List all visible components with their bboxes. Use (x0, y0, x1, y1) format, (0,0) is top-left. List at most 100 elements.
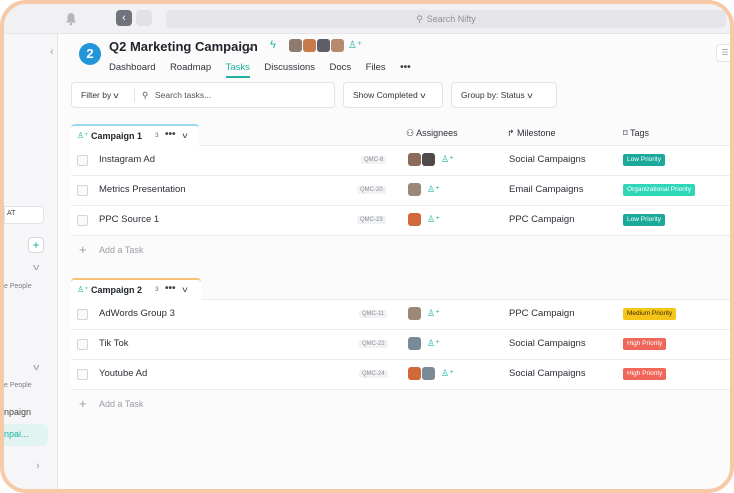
add-person-icon[interactable]: ♙⁺ (77, 131, 88, 140)
task-checkbox[interactable] (77, 215, 88, 226)
search-icon: ⚲ (416, 14, 423, 24)
avatar[interactable] (317, 39, 330, 52)
add-task-row[interactable]: + Add a Task (71, 236, 730, 266)
chevron-down-icon[interactable]: v (182, 131, 187, 140)
more-tabs-icon[interactable]: ••• (400, 62, 411, 73)
task-search-input[interactable]: Search tasks... (155, 83, 211, 107)
table-row[interactable]: Youtube Ad QMC-24 ♙⁺ Social Campaigns Hi… (71, 360, 730, 390)
add-assignee-icon[interactable]: ♙⁺ (441, 154, 454, 165)
tab-files[interactable]: Files (366, 62, 386, 76)
assignee-avatars[interactable] (408, 307, 422, 325)
group-tab[interactable]: ♙⁺ Campaign 2 3 ••• v (71, 278, 201, 300)
more-icon[interactable]: ••• (165, 283, 176, 294)
task-checkbox[interactable] (77, 185, 88, 196)
add-assignee-icon[interactable]: ♙⁺ (427, 338, 440, 349)
show-completed-dropdown[interactable]: Show Completed v (343, 82, 443, 108)
add-assignee-icon[interactable]: ♙⁺ (427, 184, 440, 195)
task-name[interactable]: Instagram Ad (99, 154, 155, 165)
milestone-value[interactable]: Social Campaigns (509, 368, 586, 379)
milestone-value[interactable]: PPC Campaign (509, 308, 574, 319)
sidebar-add-button[interactable]: + (28, 237, 44, 253)
task-name[interactable]: PPC Source 1 (99, 214, 159, 225)
tab-dashboard[interactable]: Dashboard (109, 62, 155, 76)
chevron-down-icon[interactable]: v (246, 41, 253, 53)
tab-tasks[interactable]: Tasks (225, 62, 250, 78)
avatar[interactable] (289, 39, 302, 52)
sidebar-people-label[interactable]: e People (4, 283, 32, 290)
group-by-dropdown[interactable]: Group by: Status v (451, 82, 557, 108)
assignee-avatars[interactable] (408, 367, 436, 385)
back-button[interactable]: ‹ (116, 10, 132, 26)
milestone-value[interactable]: PPC Campaign (509, 214, 574, 225)
avatar[interactable] (408, 367, 421, 380)
avatar[interactable] (408, 153, 421, 166)
task-checkbox[interactable] (77, 155, 88, 166)
task-name[interactable]: Metrics Presentation (99, 184, 186, 195)
avatar[interactable] (422, 367, 435, 380)
sidebar-people-label-2[interactable]: e People (4, 382, 32, 389)
task-checkbox[interactable] (77, 369, 88, 380)
priority-tag[interactable]: Low Priority (623, 214, 665, 226)
assignee-avatars[interactable] (408, 183, 422, 201)
avatar[interactable] (408, 337, 421, 350)
table-row[interactable]: AdWords Group 3 QMC-11 ♙⁺ PPC Campaign M… (71, 300, 730, 330)
assignee-avatars[interactable] (408, 213, 422, 231)
assignee-avatars[interactable] (408, 153, 436, 171)
milestone-value[interactable]: Social Campaigns (509, 338, 586, 349)
table-row[interactable]: PPC Source 1 QMC-23 ♙⁺ PPC Campaign Low … (71, 206, 730, 236)
chevron-down-icon: v (420, 91, 426, 100)
add-member-icon[interactable]: ♙⁺ (348, 40, 362, 51)
milestone-value[interactable]: Email Campaigns (509, 184, 583, 195)
project-title[interactable]: Q2 Marketing Campaign (109, 39, 258, 54)
task-checkbox[interactable] (77, 339, 88, 350)
avatar[interactable] (303, 39, 316, 52)
assignee-avatars[interactable] (408, 337, 422, 355)
avatar[interactable] (408, 183, 421, 196)
avatar[interactable] (408, 307, 421, 320)
chevron-down-icon[interactable]: v (182, 285, 187, 294)
group-name[interactable]: Campaign 2 (91, 285, 142, 295)
priority-tag[interactable]: High Priority (623, 338, 667, 350)
filter-by-dropdown[interactable]: Filter by v (81, 83, 119, 108)
menu-icon[interactable]: ☰ (716, 44, 730, 62)
tab-docs[interactable]: Docs (329, 62, 351, 76)
bell-icon[interactable] (64, 12, 78, 26)
tab-roadmap[interactable]: Roadmap (170, 62, 211, 76)
task-checkbox[interactable] (77, 309, 88, 320)
sidebar-chat-box[interactable]: AT (4, 206, 44, 224)
collapse-sidebar-icon[interactable]: ‹ (50, 46, 54, 58)
task-name[interactable]: Tik Tok (99, 338, 129, 349)
group-tab[interactable]: ♙⁺ Campaign 1 3 ••• v (71, 124, 199, 146)
chevron-right-icon[interactable]: › (36, 460, 40, 472)
lightning-icon[interactable]: ϟ (270, 39, 276, 51)
tags-label: Tags (629, 128, 649, 138)
group-name[interactable]: Campaign 1 (91, 131, 142, 141)
priority-tag[interactable]: Medium Priority (623, 308, 677, 320)
milestone-value[interactable]: Social Campaigns (509, 154, 586, 165)
table-row[interactable]: Tik Tok QMC-22 ♙⁺ Social Campaigns High … (71, 330, 730, 360)
add-person-icon[interactable]: ♙⁺ (77, 285, 88, 294)
chevron-down-icon[interactable]: v (33, 362, 39, 372)
table-row[interactable]: Instagram Ad QMC-8 ♙⁺ Social Campaigns L… (71, 146, 730, 176)
add-assignee-icon[interactable]: ♙⁺ (427, 308, 440, 319)
task-name[interactable]: AdWords Group 3 (99, 308, 175, 319)
add-assignee-icon[interactable]: ♙⁺ (427, 214, 440, 225)
avatar[interactable] (331, 39, 344, 52)
project-members[interactable] (289, 39, 345, 57)
add-assignee-icon[interactable]: ♙⁺ (441, 368, 454, 379)
avatar[interactable] (408, 213, 421, 226)
forward-button[interactable] (136, 10, 152, 26)
priority-tag[interactable]: Low Priority (623, 154, 665, 166)
table-row[interactable]: Metrics Presentation QMC-20 ♙⁺ Email Cam… (71, 176, 730, 206)
add-task-row[interactable]: + Add a Task (71, 390, 730, 420)
chevron-down-icon[interactable]: v (33, 262, 39, 272)
task-name[interactable]: Youtube Ad (99, 368, 147, 379)
sidebar-item-active[interactable]: npai... (4, 424, 48, 446)
tab-discussions[interactable]: Discussions (264, 62, 315, 76)
priority-tag[interactable]: Organizational Priority (623, 184, 695, 196)
priority-tag[interactable]: High Priority (623, 368, 667, 380)
global-search-input[interactable]: ⚲ Search Nifty (166, 10, 726, 28)
sidebar-item-campaign[interactable]: npaign (4, 407, 31, 417)
more-icon[interactable]: ••• (165, 129, 176, 140)
avatar[interactable] (422, 153, 435, 166)
